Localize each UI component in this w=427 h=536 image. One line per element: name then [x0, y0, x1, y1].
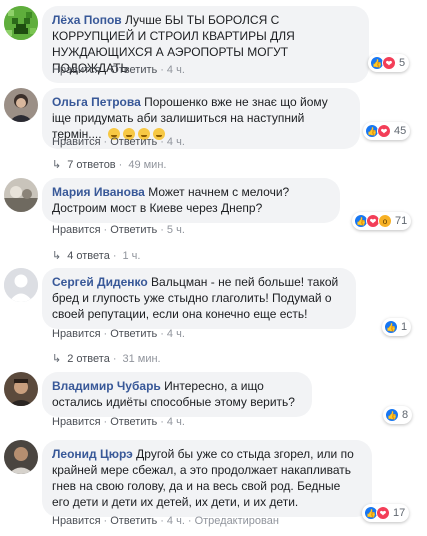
reactions-summary[interactable]: 👍 ❤ 17 — [362, 504, 410, 522]
comment-actions: Нравится · Ответить · 5 ч. — [52, 224, 185, 236]
avatar[interactable] — [4, 372, 38, 406]
avatar[interactable] — [4, 178, 38, 212]
comment-actions: Нравится · Ответить · 4 ч. · Отредактирован — [52, 515, 279, 527]
person-avatar-icon — [4, 440, 38, 474]
comment-bubble: Мария Иванова Может начнем с мелочи? Дос… — [42, 178, 340, 223]
replies-time: 49 мин. — [128, 159, 167, 171]
default-user-avatar-icon — [4, 268, 38, 302]
reaction-count: 71 — [395, 215, 408, 227]
comment-actions: Нравится · Ответить · 4 ч. — [52, 136, 185, 148]
comment-time[interactable]: 5 ч. — [167, 224, 185, 236]
like-link[interactable]: Нравится — [52, 224, 101, 236]
reactions-summary[interactable]: 👍 ❤ 5 — [368, 54, 410, 72]
thumbs-up-icon: 👍 — [385, 408, 399, 422]
reply-arrow-icon: ↳ — [52, 159, 62, 171]
edited-label[interactable]: Отредактирован — [195, 515, 279, 527]
view-replies-link[interactable]: ↳ 7 ответов · 49 мин. — [52, 158, 166, 171]
reactions-summary[interactable]: 👍 1 — [382, 318, 412, 336]
reaction-count: 8 — [402, 409, 409, 421]
replies-time: 1 ч. — [122, 250, 141, 262]
photo-avatar-icon — [4, 178, 38, 212]
reactions-summary[interactable]: 👍 ❤ 45 — [363, 122, 411, 140]
green-pixel-avatar-icon — [4, 6, 38, 40]
comment-bubble: Леонид Цюрэ Другой бы уже со стыда згоре… — [42, 440, 372, 517]
comment-actions: Нравится · Ответить · 4 ч. — [52, 64, 185, 76]
comment-actions: Нравится · Ответить · 4 ч. — [52, 416, 185, 428]
like-link[interactable]: Нравится — [52, 416, 101, 428]
heart-icon: ❤ — [377, 124, 391, 138]
comment-author[interactable]: Леонид Цюрэ — [52, 447, 133, 461]
comment-time[interactable]: 4 ч. — [167, 416, 185, 428]
replies-count[interactable]: 4 ответа — [67, 250, 110, 262]
comment-time[interactable]: 4 ч. — [167, 328, 185, 340]
replies-count[interactable]: 2 ответа — [67, 353, 110, 365]
reply-link[interactable]: Ответить — [110, 515, 157, 527]
comment-thread: Лёха Попов Лучше БЫ ТЫ БОРОЛСЯ С КОРРУПЦ… — [0, 0, 427, 536]
comment-actions: Нравится · Ответить · 4 ч. — [52, 328, 185, 340]
comment-time[interactable]: 4 ч. — [167, 136, 185, 148]
like-link[interactable]: Нравится — [52, 136, 101, 148]
reply-arrow-icon: ↳ — [52, 250, 62, 262]
reply-link[interactable]: Ответить — [110, 224, 157, 236]
reactions-summary[interactable]: 👍 ❤ o 71 — [352, 212, 412, 230]
comment-bubble: Сергей Диденко Вальцман - не пей больше!… — [42, 268, 356, 329]
thumbs-up-icon: 👍 — [384, 320, 398, 334]
reaction-count: 45 — [394, 125, 407, 137]
comment-author[interactable]: Сергей Диденко — [52, 275, 148, 289]
reply-link[interactable]: Ответить — [110, 64, 157, 76]
comment-time[interactable]: 4 ч. — [167, 515, 185, 527]
avatar[interactable] — [4, 440, 38, 474]
reply-link[interactable]: Ответить — [110, 136, 157, 148]
like-link[interactable]: Нравится — [52, 64, 101, 76]
reaction-count: 17 — [393, 507, 406, 519]
reply-link[interactable]: Ответить — [110, 416, 157, 428]
comment-author[interactable]: Лёха Попов — [52, 13, 122, 27]
comment-author[interactable]: Ольга Петрова — [52, 95, 141, 109]
comment-author[interactable]: Мария Иванова — [52, 185, 145, 199]
view-replies-link[interactable]: ↳ 2 ответа · 31 мин. — [52, 352, 161, 365]
reaction-count: 5 — [399, 57, 406, 69]
replies-time: 31 мин. — [122, 353, 161, 365]
like-link[interactable]: Нравится — [52, 328, 101, 340]
comment-bubble: Владимир Чубарь Интересно, а ищо осталис… — [42, 372, 312, 417]
comment-time[interactable]: 4 ч. — [167, 64, 185, 76]
reply-link[interactable]: Ответить — [110, 328, 157, 340]
reactions-summary[interactable]: 👍 8 — [383, 406, 413, 424]
person-avatar-icon — [4, 88, 38, 122]
replies-count[interactable]: 7 ответов — [67, 159, 115, 171]
avatar[interactable] — [4, 268, 38, 302]
reply-arrow-icon: ↳ — [52, 353, 62, 365]
person-avatar-icon — [4, 372, 38, 406]
comment-author[interactable]: Владимир Чубарь — [52, 379, 161, 393]
like-link[interactable]: Нравится — [52, 515, 101, 527]
heart-icon: ❤ — [376, 506, 390, 520]
wow-face-icon: o — [378, 214, 392, 228]
avatar[interactable] — [4, 6, 38, 40]
reaction-count: 1 — [401, 321, 408, 333]
avatar[interactable] — [4, 88, 38, 122]
view-replies-link[interactable]: ↳ 4 ответа · 1 ч. — [52, 249, 140, 262]
heart-icon: ❤ — [382, 56, 396, 70]
